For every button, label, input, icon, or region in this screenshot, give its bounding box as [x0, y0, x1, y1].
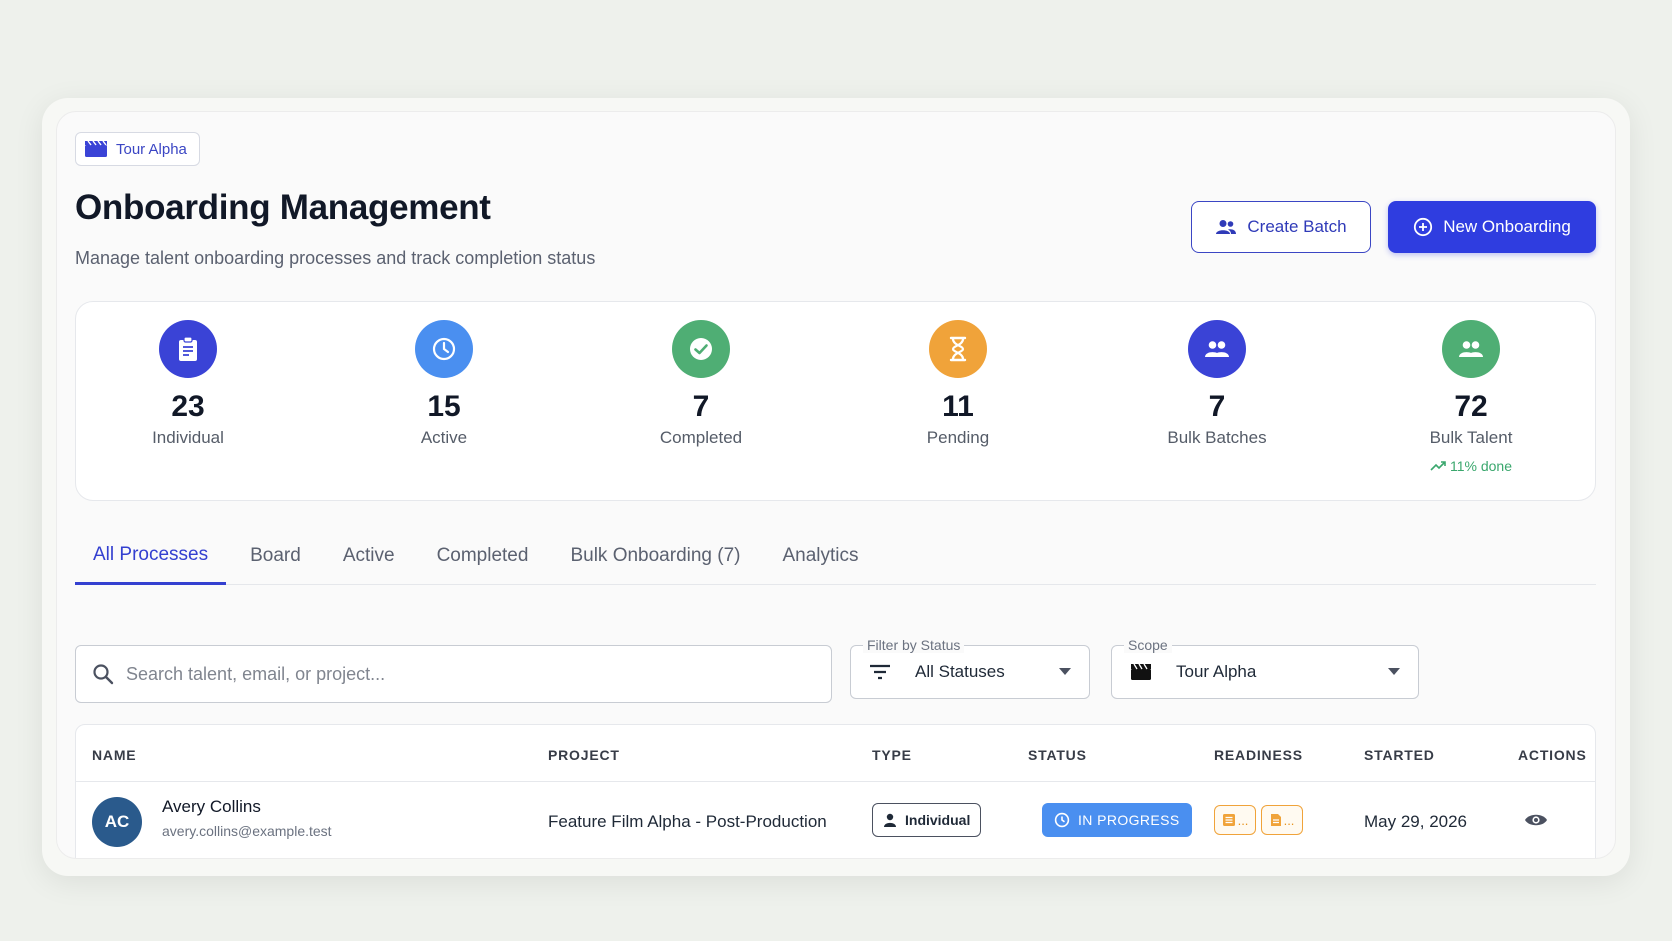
stat-label: Completed: [659, 428, 743, 447]
status-badge-label: IN PROGRESS: [1078, 812, 1180, 828]
stat-label: Individual: [152, 428, 224, 447]
talent-email: avery.collins@example.test: [162, 823, 332, 839]
readiness-chip[interactable]: ...: [1261, 805, 1303, 835]
stat-icon-circle: [672, 320, 730, 378]
person-icon: [884, 813, 896, 827]
scope-value: Tour Alpha: [1176, 662, 1257, 681]
column-header-type[interactable]: TYPE: [872, 747, 912, 763]
filter-icon: [870, 664, 890, 680]
clapperboard-icon: [85, 140, 107, 157]
hourglass-icon: [949, 336, 967, 362]
column-header-readiness[interactable]: READINESS: [1214, 747, 1303, 763]
stat-label: Active: [420, 428, 468, 447]
table-row[interactable]: AC Avery Collins avery.collins@example.t…: [76, 782, 1595, 858]
stat-icon-circle: [415, 320, 473, 378]
tab-bulk-onboarding[interactable]: Bulk Onboarding (7): [552, 527, 758, 585]
column-header-name[interactable]: NAME: [92, 747, 136, 763]
tab-completed[interactable]: Completed: [419, 527, 547, 585]
eye-icon[interactable]: [1524, 812, 1548, 828]
search-icon: [93, 664, 114, 685]
stat-value: 23: [171, 390, 205, 423]
tab-active[interactable]: Active: [325, 527, 413, 585]
new-onboarding-button[interactable]: New Onboarding: [1388, 201, 1596, 253]
stat-icon-circle: [1442, 320, 1500, 378]
group-icon: [1205, 341, 1229, 357]
stat-trend: 11% done: [1430, 458, 1512, 474]
stat-completed: 7 Completed: [611, 320, 791, 448]
tab-all-processes[interactable]: All Processes: [75, 527, 227, 585]
create-batch-label: Create Batch: [1247, 217, 1347, 236]
chevron-down-icon: [1059, 668, 1071, 675]
scope-label: Scope: [1124, 637, 1172, 653]
status-filter-label: Filter by Status: [863, 637, 965, 653]
stat-value: 7: [692, 390, 710, 423]
column-header-project[interactable]: PROJECT: [548, 747, 620, 763]
tab-board[interactable]: Board: [232, 527, 319, 585]
stat-value: 15: [427, 390, 461, 423]
project-name: Feature Film Alpha - Post-Production: [548, 812, 827, 831]
onboarding-panel: Tour Alpha Onboarding Management Manage …: [56, 111, 1616, 859]
search-box: [75, 645, 832, 703]
avatar: AC: [92, 797, 142, 847]
column-header-actions: ACTIONS: [1518, 747, 1587, 763]
column-header-started[interactable]: STARTED: [1364, 747, 1435, 763]
create-batch-button[interactable]: Create Batch: [1191, 201, 1371, 253]
project-chip[interactable]: Tour Alpha: [75, 132, 200, 166]
check-circle-icon: [690, 338, 712, 360]
chevron-down-icon: [1388, 668, 1400, 675]
page-title: Onboarding Management: [75, 188, 491, 227]
clock-icon: [1054, 812, 1070, 828]
stat-active: 15 Active: [354, 320, 534, 448]
group-icon: [1459, 341, 1483, 357]
stat-bulk-talent: 72 Bulk Talent 11% done: [1381, 320, 1561, 474]
readiness-chip[interactable]: ...: [1214, 805, 1256, 835]
started-date: May 29, 2026: [1364, 812, 1468, 831]
stat-icon-circle: [159, 320, 217, 378]
clipboard-icon: [179, 336, 197, 361]
stat-individual: 23 Individual: [98, 320, 278, 448]
stat-label: Pending: [926, 428, 990, 447]
readiness-chip-label: ...: [1283, 812, 1295, 828]
scope-select[interactable]: Scope Tour Alpha: [1111, 637, 1419, 699]
stat-bulk-batches: 7 Bulk Batches: [1127, 320, 1307, 448]
search-input[interactable]: [126, 663, 786, 685]
new-onboarding-label: New Onboarding: [1443, 217, 1571, 236]
stat-label: Bulk Talent: [1429, 428, 1513, 447]
tab-bar: All Processes Board Active Completed Bul…: [75, 527, 1596, 585]
project-chip-label: Tour Alpha: [116, 140, 187, 158]
stat-icon-circle: [929, 320, 987, 378]
stat-value: 11: [942, 390, 974, 423]
document-icon: [1270, 814, 1281, 826]
list-icon: [1222, 814, 1235, 826]
processes-table: NAME PROJECT TYPE STATUS READINESS START…: [75, 724, 1596, 858]
type-badge: Individual: [872, 803, 982, 837]
status-badge: IN PROGRESS: [1042, 803, 1192, 837]
status-filter-select[interactable]: Filter by Status All Statuses: [850, 637, 1090, 699]
stat-trend-label: 11% done: [1449, 458, 1512, 474]
table-header: NAME PROJECT TYPE STATUS READINESS START…: [76, 725, 1595, 782]
column-header-status[interactable]: STATUS: [1028, 747, 1087, 763]
tab-analytics[interactable]: Analytics: [765, 527, 877, 585]
stat-label: Bulk Batches: [1167, 428, 1267, 447]
clock-icon: [432, 337, 456, 361]
clapperboard-icon: [1131, 663, 1151, 680]
group-icon: [1216, 220, 1237, 234]
status-filter-value: All Statuses: [915, 662, 1005, 681]
readiness-chip-label: ...: [1237, 812, 1249, 828]
page-subtitle: Manage talent onboarding processes and t…: [75, 248, 596, 268]
talent-name[interactable]: Avery Collins: [162, 797, 261, 817]
stat-value: 7: [1208, 390, 1226, 423]
stats-card: 23 Individual 15 Active 7 Completed 11 P…: [75, 301, 1596, 501]
type-badge-label: Individual: [905, 812, 971, 828]
plus-circle-icon: [1414, 217, 1433, 237]
trending-up-icon: [1430, 461, 1446, 471]
stat-value: 72: [1454, 390, 1488, 423]
stat-pending: 11 Pending: [868, 320, 1048, 448]
stat-icon-circle: [1188, 320, 1246, 378]
